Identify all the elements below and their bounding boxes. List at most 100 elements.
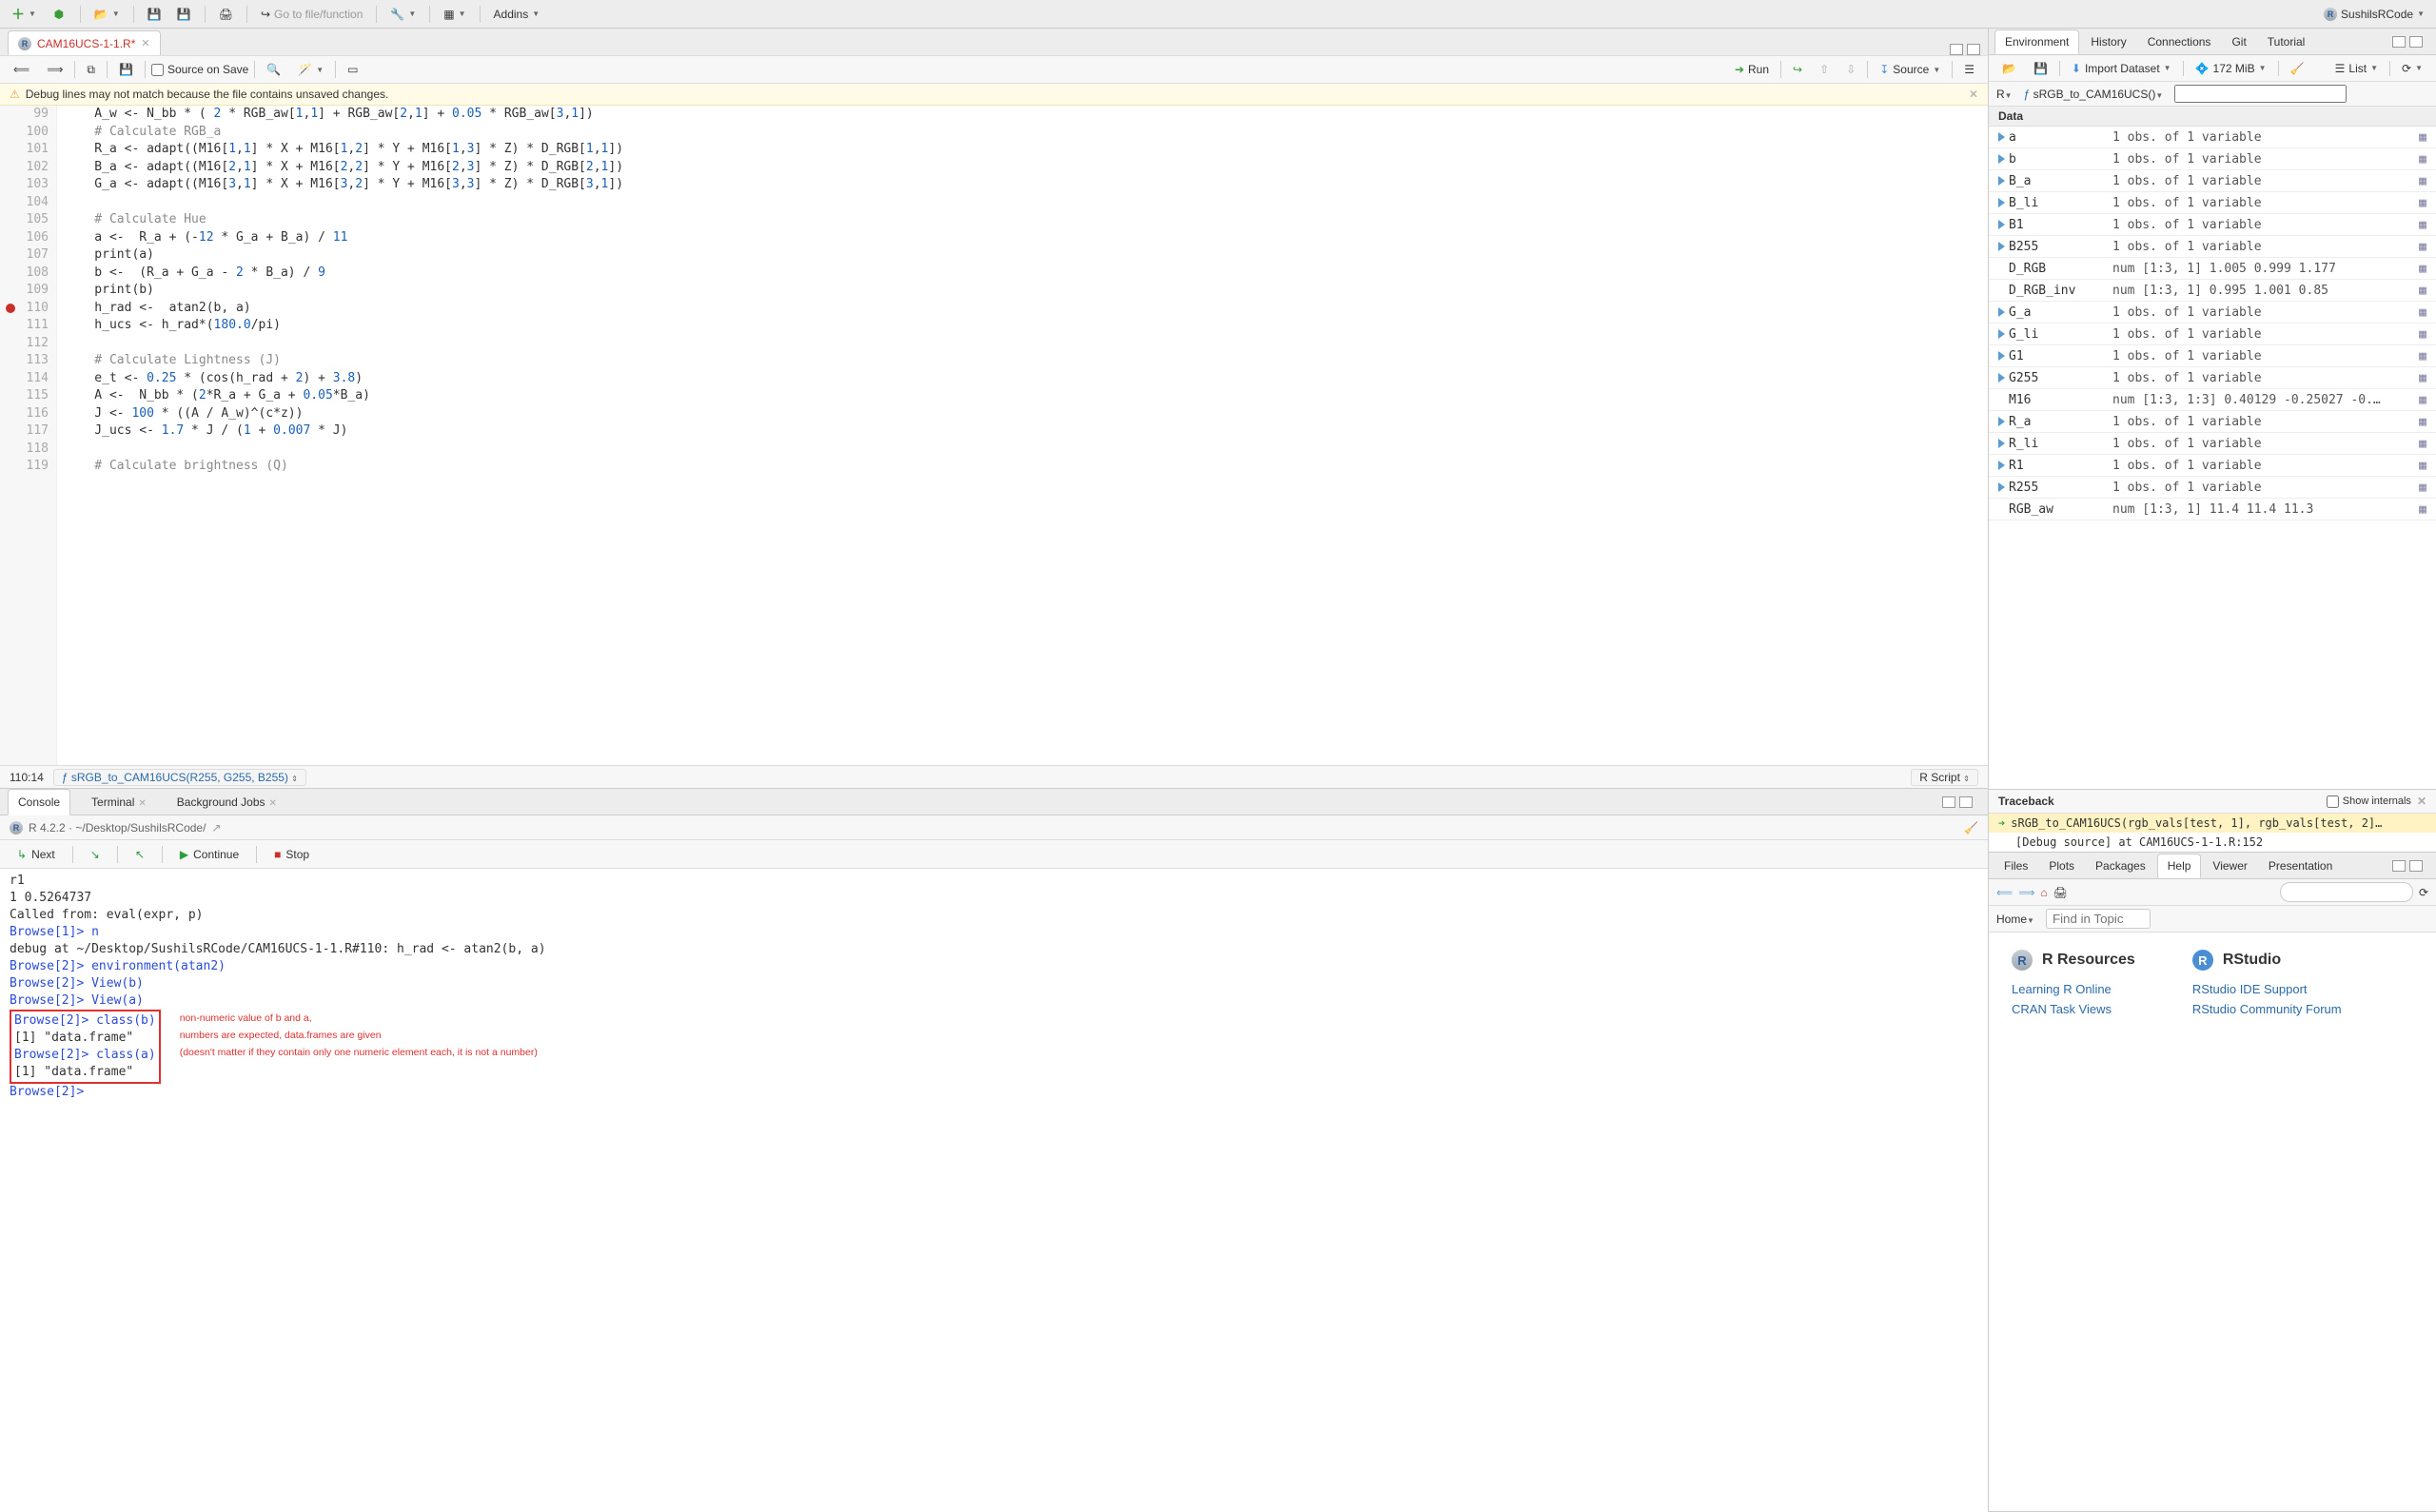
save-button[interactable]: 💾: [142, 4, 167, 25]
grid-icon[interactable]: ▦: [2415, 152, 2430, 167]
continue-button[interactable]: ▶Continue: [172, 844, 246, 865]
wand-button[interactable]: 🪄▼: [292, 59, 329, 80]
up-button[interactable]: ⇧: [1814, 59, 1835, 80]
grid-icon[interactable]: ▦: [2415, 327, 2430, 342]
stop-button[interactable]: ■Stop: [266, 844, 317, 865]
back-button[interactable]: ⟸: [8, 59, 35, 80]
tab-git[interactable]: Git: [2222, 30, 2255, 53]
grid-icon[interactable]: ▦: [2415, 481, 2430, 495]
grid-icon[interactable]: ▦: [2415, 459, 2430, 473]
rerun-button[interactable]: ↪: [1787, 59, 1808, 80]
run-button[interactable]: ➔Run: [1729, 59, 1775, 80]
function-indicator[interactable]: ƒ sRGB_to_CAM16UCS(R255, G255, B255) ⇕: [53, 769, 306, 786]
down-button[interactable]: ⇩: [1840, 59, 1861, 80]
env-variable-row[interactable]: B2551 obs. of 1 variable▦: [1989, 236, 2436, 258]
console-output[interactable]: r11 0.5264737Called from: eval(expr, p)B…: [0, 869, 1988, 1512]
project-menu[interactable]: SushilsRCode ▼: [2318, 4, 2430, 25]
tab-console[interactable]: Console: [8, 789, 70, 815]
home-button[interactable]: ⌂: [2040, 886, 2047, 899]
forward-button[interactable]: ⟹: [41, 59, 69, 80]
expand-icon[interactable]: [1998, 220, 2005, 229]
grid-icon[interactable]: ▦: [2415, 218, 2430, 232]
env-variable-row[interactable]: G_li1 obs. of 1 variable▦: [1989, 324, 2436, 345]
grid-icon[interactable]: ▦: [2415, 262, 2430, 276]
memory-indicator[interactable]: 💠 172 MiB▼: [2190, 58, 2272, 79]
scope-r-button[interactable]: R▼: [1996, 88, 2013, 101]
view-mode-button[interactable]: ☰ List▼: [2329, 58, 2384, 79]
step-out-button[interactable]: ↖: [128, 844, 152, 865]
expand-icon[interactable]: [1998, 242, 2005, 251]
grid-icon[interactable]: ▦: [2415, 240, 2430, 254]
env-variable-row[interactable]: B_li1 obs. of 1 variable▦: [1989, 192, 2436, 214]
find-in-topic-input[interactable]: [2046, 909, 2151, 929]
close-icon[interactable]: ✕: [141, 37, 149, 49]
env-variable-row[interactable]: D_RGBnum [1:3, 1] 1.005 0.999 1.177▦: [1989, 258, 2436, 280]
expand-icon[interactable]: [1998, 417, 2005, 426]
close-icon[interactable]: ✕: [138, 798, 146, 809]
show-in-new-window-button[interactable]: ⧉: [81, 59, 101, 80]
print-button[interactable]: 🖨: [2053, 886, 2068, 899]
close-icon[interactable]: ✕: [269, 798, 277, 809]
close-icon[interactable]: ✕: [2417, 795, 2426, 808]
grid-icon[interactable]: ▦: [2415, 349, 2430, 363]
toolbox-button[interactable]: 🔧▼: [384, 4, 422, 25]
close-icon[interactable]: ✕: [1969, 88, 1978, 101]
env-variable-row[interactable]: B11 obs. of 1 variable▦: [1989, 214, 2436, 236]
env-variable-row[interactable]: b1 obs. of 1 variable▦: [1989, 148, 2436, 170]
tab-files[interactable]: Files: [1994, 854, 2037, 877]
env-variable-row[interactable]: B_a1 obs. of 1 variable▦: [1989, 170, 2436, 192]
grid-icon[interactable]: ▦: [2415, 437, 2430, 451]
source-on-save-checkbox[interactable]: Source on Save: [151, 63, 248, 76]
expand-icon[interactable]: [1998, 132, 2005, 142]
back-button[interactable]: ⟸: [1996, 886, 2013, 899]
clear-console-button[interactable]: 🧹: [1964, 821, 1978, 835]
addins-button[interactable]: Addins▼: [488, 4, 546, 25]
tab-background-jobs[interactable]: Background Jobs✕: [167, 790, 286, 815]
expand-icon[interactable]: [1998, 351, 2005, 361]
grid-icon[interactable]: ▦: [2415, 174, 2430, 188]
tab-history[interactable]: History: [2081, 30, 2135, 53]
env-search-input[interactable]: [2174, 85, 2347, 103]
pane-controls[interactable]: [1942, 44, 1988, 55]
help-link[interactable]: CRAN Task Views: [2012, 1002, 2135, 1016]
env-variable-row[interactable]: M16num [1:3, 1:3] 0.40129 -0.25027 -0.…▦: [1989, 389, 2436, 411]
pane-controls[interactable]: [2385, 36, 2430, 48]
tab-terminal[interactable]: Terminal✕: [82, 790, 156, 815]
tab-connections[interactable]: Connections: [2138, 30, 2221, 53]
env-variable-row[interactable]: G_a1 obs. of 1 variable▦: [1989, 302, 2436, 324]
tab-presentation[interactable]: Presentation: [2259, 854, 2342, 877]
expand-icon[interactable]: [1998, 154, 2005, 164]
outline-toggle[interactable]: ☰: [1958, 59, 1980, 80]
save-button[interactable]: 💾: [113, 59, 139, 80]
traceback-row[interactable]: ➔ sRGB_to_CAM16UCS(rgb_vals[test, 1], rg…: [1989, 814, 2436, 833]
code-body[interactable]: A_w <- N_bb * ( 2 * RGB_aw[1,1] + RGB_aw…: [57, 106, 1988, 765]
browse-button[interactable]: ↗: [211, 821, 221, 835]
show-internals-checkbox[interactable]: Show internals: [2327, 795, 2411, 808]
line-gutter[interactable]: 9910010110210310410510610710810911011111…: [0, 106, 57, 765]
pane-controls[interactable]: [2385, 860, 2430, 872]
grid-icon[interactable]: ▦: [2415, 305, 2430, 320]
help-link[interactable]: RStudio IDE Support: [2192, 982, 2342, 996]
grid-icon[interactable]: ▦: [2415, 284, 2430, 298]
refresh-button[interactable]: ⟳▼: [2396, 58, 2428, 79]
expand-icon[interactable]: [1998, 176, 2005, 186]
tab-packages[interactable]: Packages: [2086, 854, 2155, 877]
tab-viewer[interactable]: Viewer: [2203, 854, 2256, 877]
next-button[interactable]: ↳Next: [10, 844, 63, 865]
env-variable-row[interactable]: R2551 obs. of 1 variable▦: [1989, 477, 2436, 499]
save-workspace-button[interactable]: 💾: [2028, 58, 2053, 79]
env-variable-row[interactable]: G11 obs. of 1 variable▦: [1989, 345, 2436, 367]
save-all-button[interactable]: 💾: [171, 4, 197, 25]
expand-icon[interactable]: [1998, 482, 2005, 492]
file-type-indicator[interactable]: R Script ⇕: [1911, 769, 1978, 786]
goto-button[interactable]: ↪Go to file/function: [255, 4, 368, 25]
env-variable-row[interactable]: G2551 obs. of 1 variable▦: [1989, 367, 2436, 389]
new-file-button[interactable]: ＋▼: [6, 4, 42, 25]
env-variable-row[interactable]: R_li1 obs. of 1 variable▦: [1989, 433, 2436, 455]
load-workspace-button[interactable]: 📂: [1996, 58, 2022, 79]
help-search-input[interactable]: [2280, 882, 2413, 902]
help-link[interactable]: Learning R Online: [2012, 982, 2135, 996]
grid-icon[interactable]: ▦: [2415, 393, 2430, 407]
editor-tab[interactable]: CAM16UCS-1-1.R* ✕: [8, 30, 161, 55]
grid-icon[interactable]: ▦: [2415, 130, 2430, 145]
